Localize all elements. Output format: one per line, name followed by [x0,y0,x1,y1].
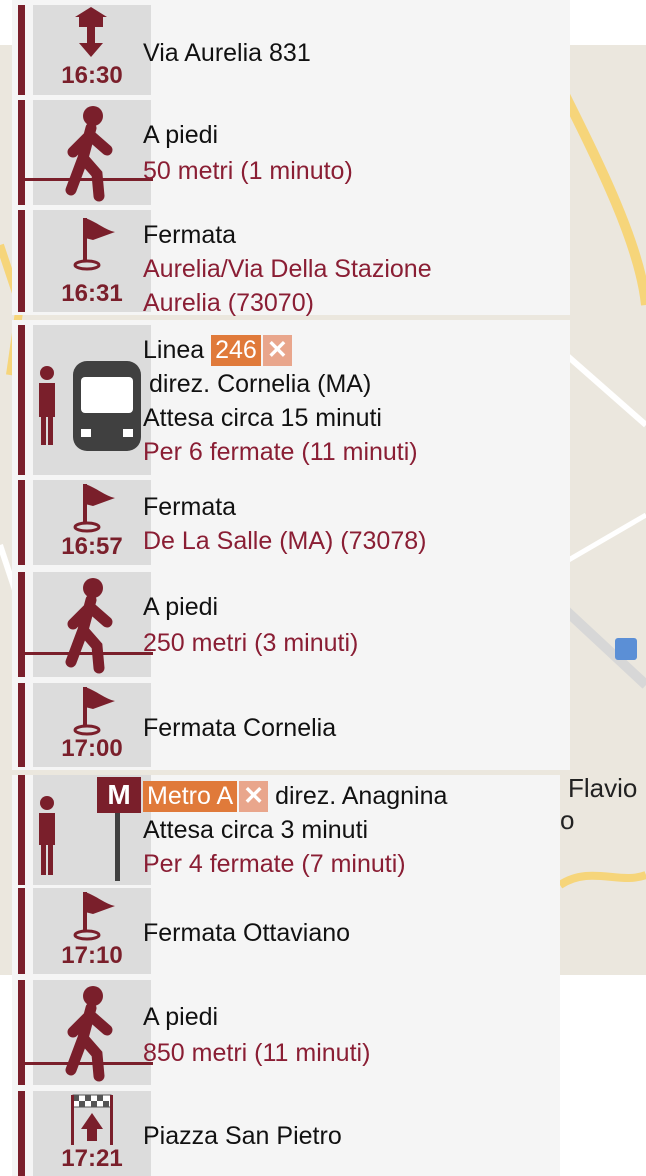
walking-person-icon [65,578,113,674]
bus-line-row: Linea 246 ✕ [143,335,292,366]
stop-title: Fermata [143,221,237,249]
walk-icon-box [33,100,151,205]
bus-line-label: Linea [143,336,205,364]
step-bar [18,5,25,95]
remove-line-icon[interactable]: ✕ [262,335,292,366]
ground-line [18,178,153,181]
start-address: Via Aurelia 831 [143,39,311,67]
metro-line-row: Metro A ✕ direz. Anagnina [143,781,447,812]
step-bar [18,210,25,312]
finish-flag-icon [71,1094,113,1145]
bus-icon [39,361,141,451]
step-metro[interactable]: M Metro A ✕ direz. Anagnina Attesa circa … [18,775,556,885]
step-walk[interactable]: A piedi 850 metri (11 minuti) [18,980,556,1085]
stop-icon-box: 16:57 [33,480,151,565]
metro-line-badge[interactable]: Metro A [143,781,238,812]
step-bar [18,1091,25,1176]
step-bar [18,980,25,1085]
walking-person-icon [65,106,113,202]
step-bar [18,775,25,885]
stop-name-link[interactable]: Aurelia/Via Della Stazione [143,254,432,285]
step-finish[interactable]: 17:21 Piazza San Pietro [18,1091,556,1176]
map-label-o: o [560,805,575,835]
metro-wait: Attesa circa 3 minuti [143,816,369,844]
bus-line-badge[interactable]: 246 [211,335,261,366]
stop-icon-box: 17:00 [33,683,151,767]
bus-icon-box [33,325,151,475]
walk-distance-link[interactable]: 50 metri (1 minuto) [143,156,353,187]
metro-direction: direz. Anagnina [275,782,448,810]
bus-stops-link[interactable]: Per 6 fermate (11 minuti) [143,437,418,468]
walk-title: A piedi [143,593,219,621]
metro-stops-link[interactable]: Per 4 fermate (7 minuti) [143,849,406,880]
ground-line [18,1062,153,1065]
step-bar [18,325,25,475]
step-time: 17:00 [61,735,123,762]
step-time: 17:21 [61,1145,123,1172]
stop-icon-box: 17:10 [33,888,151,974]
walk-distance-link[interactable]: 850 metri (11 minuti) [143,1038,370,1069]
step-start[interactable]: 16:30 Via Aurelia 831 [18,5,556,95]
stop-flag-icon [73,218,115,271]
step-bar [18,572,25,677]
walking-person-icon [65,986,113,1082]
stop-title: Fermata [143,493,237,521]
walk-icon-box [33,572,151,677]
stop-title: Fermata Ottaviano [143,919,351,947]
step-time: 16:57 [61,533,123,560]
map-label-flavio: Flavio [568,773,638,803]
step-stop[interactable]: 16:31 Fermata Aurelia/Via Della Stazione… [18,210,556,317]
start-icon-box: 16:30 [33,5,151,95]
metro-letter: M [107,779,131,810]
step-stop[interactable]: 17:00 Fermata Cornelia [18,683,556,767]
stop-name-link[interactable]: De La Salle (MA) (73078) [143,526,426,557]
step-time: 16:31 [61,280,123,307]
step-walk[interactable]: A piedi 50 metri (1 minuto) [18,100,556,205]
step-walk[interactable]: A piedi 250 metri (3 minuti) [18,572,556,677]
remove-line-icon[interactable]: ✕ [239,781,269,812]
stop-name-link[interactable]: Aurelia (73070) [143,288,314,319]
walk-title: A piedi [143,121,219,149]
walk-distance-link[interactable]: 250 metri (3 minuti) [143,628,358,659]
bus-wait: Attesa circa 15 minuti [143,404,382,432]
walk-title: A piedi [143,1003,219,1031]
stop-flag-icon [73,687,115,736]
step-time: 16:30 [61,62,123,89]
step-bus[interactable]: Linea 246 ✕ direz. Cornelia (MA) Attesa c… [18,325,556,475]
step-bar [18,100,25,205]
step-bar [18,480,25,565]
step-bar [18,888,25,974]
step-stop[interactable]: 17:10 Fermata Ottaviano [18,888,556,974]
metro-icon-box: M [33,775,151,885]
destination-title: Piazza San Pietro [143,1122,342,1150]
step-bar [18,683,25,767]
stop-title: Fermata Cornelia [143,714,337,742]
finish-icon-box: 17:21 [33,1091,151,1176]
step-stop[interactable]: 16:57 Fermata De La Salle (MA) (73078) [18,480,556,565]
stop-flag-icon [73,484,115,533]
bus-direction: direz. Cornelia (MA) [149,370,372,398]
home-departure-icon [75,7,107,57]
ground-line [18,652,153,655]
walk-icon-box [33,980,151,1085]
step-time: 17:10 [61,942,123,969]
stop-icon-box: 16:31 [33,210,151,312]
stop-flag-icon [73,892,115,941]
